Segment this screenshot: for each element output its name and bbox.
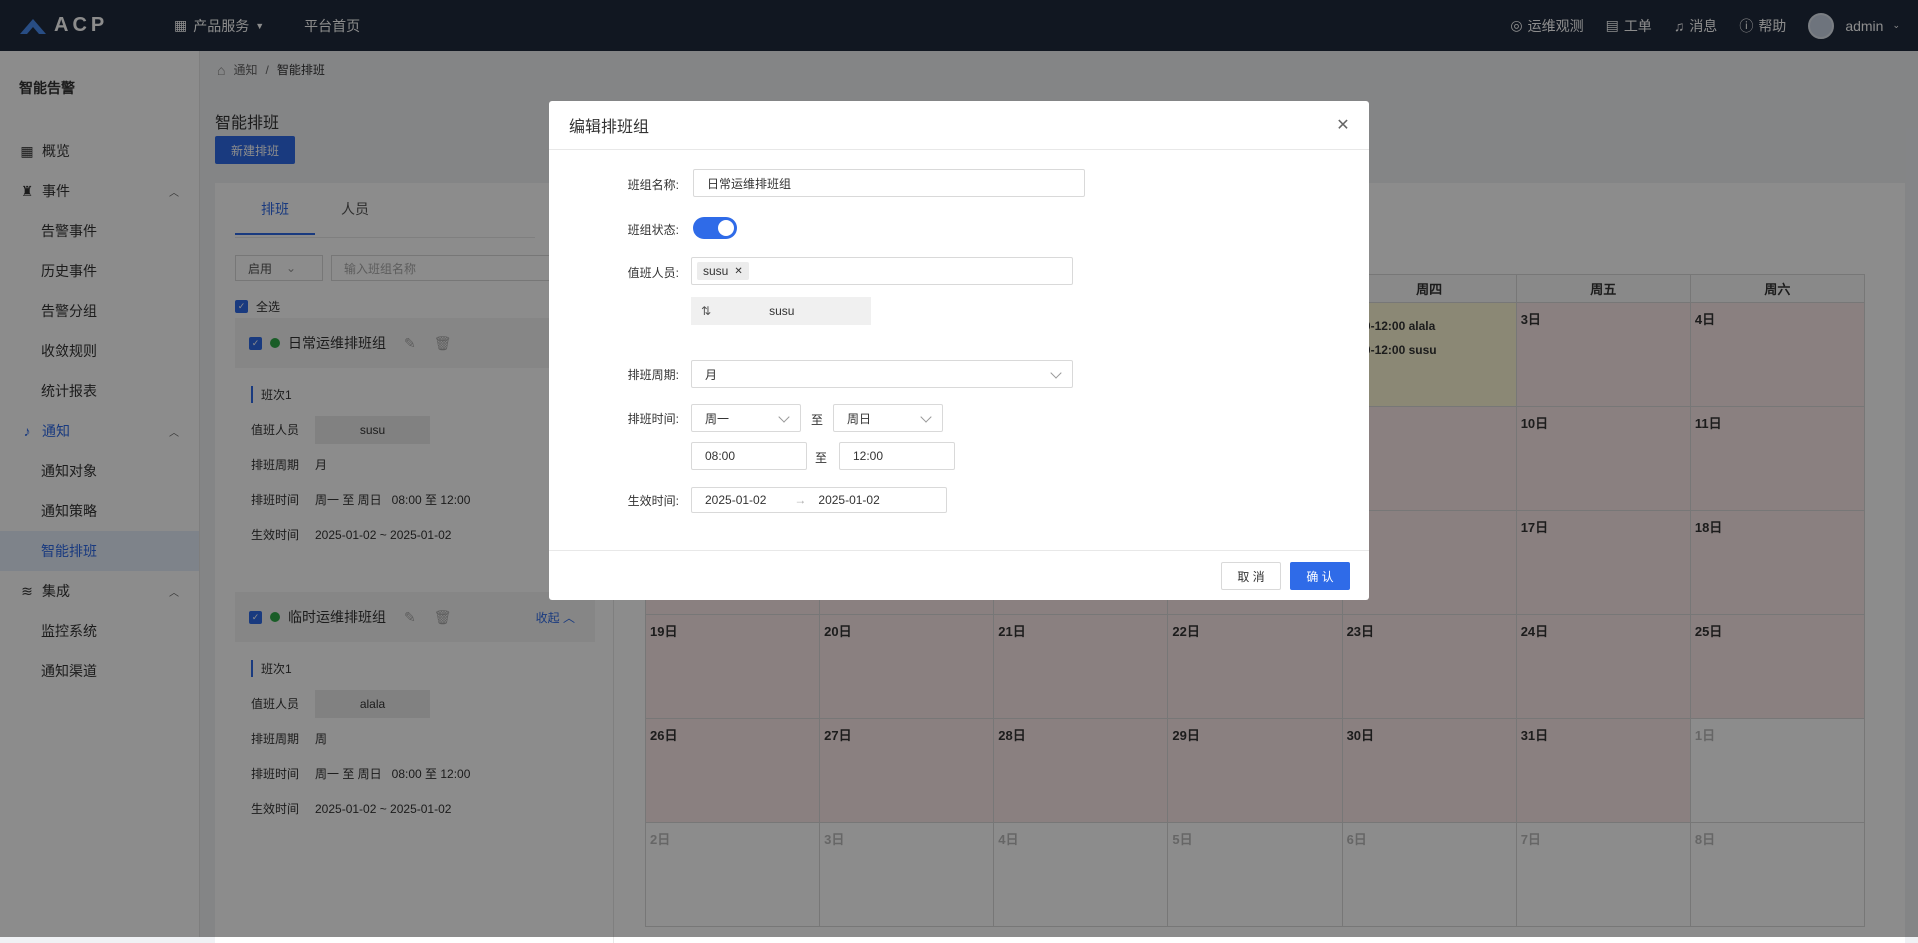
chevron-down-icon [1050, 367, 1062, 379]
members-label: 值班人员: [627, 266, 679, 280]
time-from-input[interactable]: 08:00 [691, 442, 807, 470]
day-from-value: 周一 [705, 411, 730, 426]
member-tag-label: susu [703, 264, 729, 278]
to-separator: 至 [811, 413, 824, 427]
modal-header: 编辑排班组 ✕ [549, 101, 1369, 150]
day-from-select[interactable]: 周一 [691, 404, 801, 432]
date-to[interactable]: 2025-01-02 [818, 493, 879, 507]
group-status-label: 班组状态: [627, 223, 679, 237]
schedule-time-label: 排班时间: [627, 412, 679, 426]
effective-time-label: 生效时间: [627, 494, 679, 508]
cycle-select-value: 月 [705, 367, 718, 382]
date-from[interactable]: 2025-01-02 [705, 493, 766, 507]
modal-footer: 取 消 确 认 [549, 550, 1369, 600]
effective-date-range[interactable]: 2025-01-02 → 2025-01-02 [691, 487, 947, 513]
group-name-label: 班组名称: [627, 178, 679, 192]
arrow-right-icon: → [794, 493, 807, 507]
member-tag: susu ✕ [697, 262, 749, 280]
members-select[interactable]: susu ✕ [691, 257, 1073, 285]
confirm-button[interactable]: 确 认 [1290, 562, 1350, 590]
sort-member-name: susu [769, 304, 795, 318]
member-sort-row[interactable]: ⇅ susu [691, 297, 871, 325]
chevron-down-icon [778, 411, 790, 423]
time-to-input[interactable]: 12:00 [839, 442, 955, 470]
to-separator: 至 [815, 451, 828, 465]
modal-title: 编辑排班组 [569, 119, 650, 136]
group-status-toggle[interactable] [693, 217, 737, 239]
cycle-select[interactable]: 月 [691, 360, 1073, 388]
chevron-down-icon [920, 411, 932, 423]
edit-group-modal: 编辑排班组 ✕ 班组名称: 日常运维排班组 班组状态: 值班人员: susu ✕ … [549, 101, 1369, 600]
cycle-label: 排班周期: [627, 368, 679, 382]
sort-icon[interactable]: ⇅ [701, 304, 711, 318]
close-icon[interactable]: ✕ [1335, 117, 1351, 134]
day-to-value: 周日 [847, 411, 872, 426]
toggle-knob [718, 220, 734, 236]
close-icon[interactable]: ✕ [734, 266, 742, 277]
day-to-select[interactable]: 周日 [833, 404, 943, 432]
group-name-input[interactable]: 日常运维排班组 [693, 169, 1085, 197]
cancel-button[interactable]: 取 消 [1221, 562, 1281, 590]
